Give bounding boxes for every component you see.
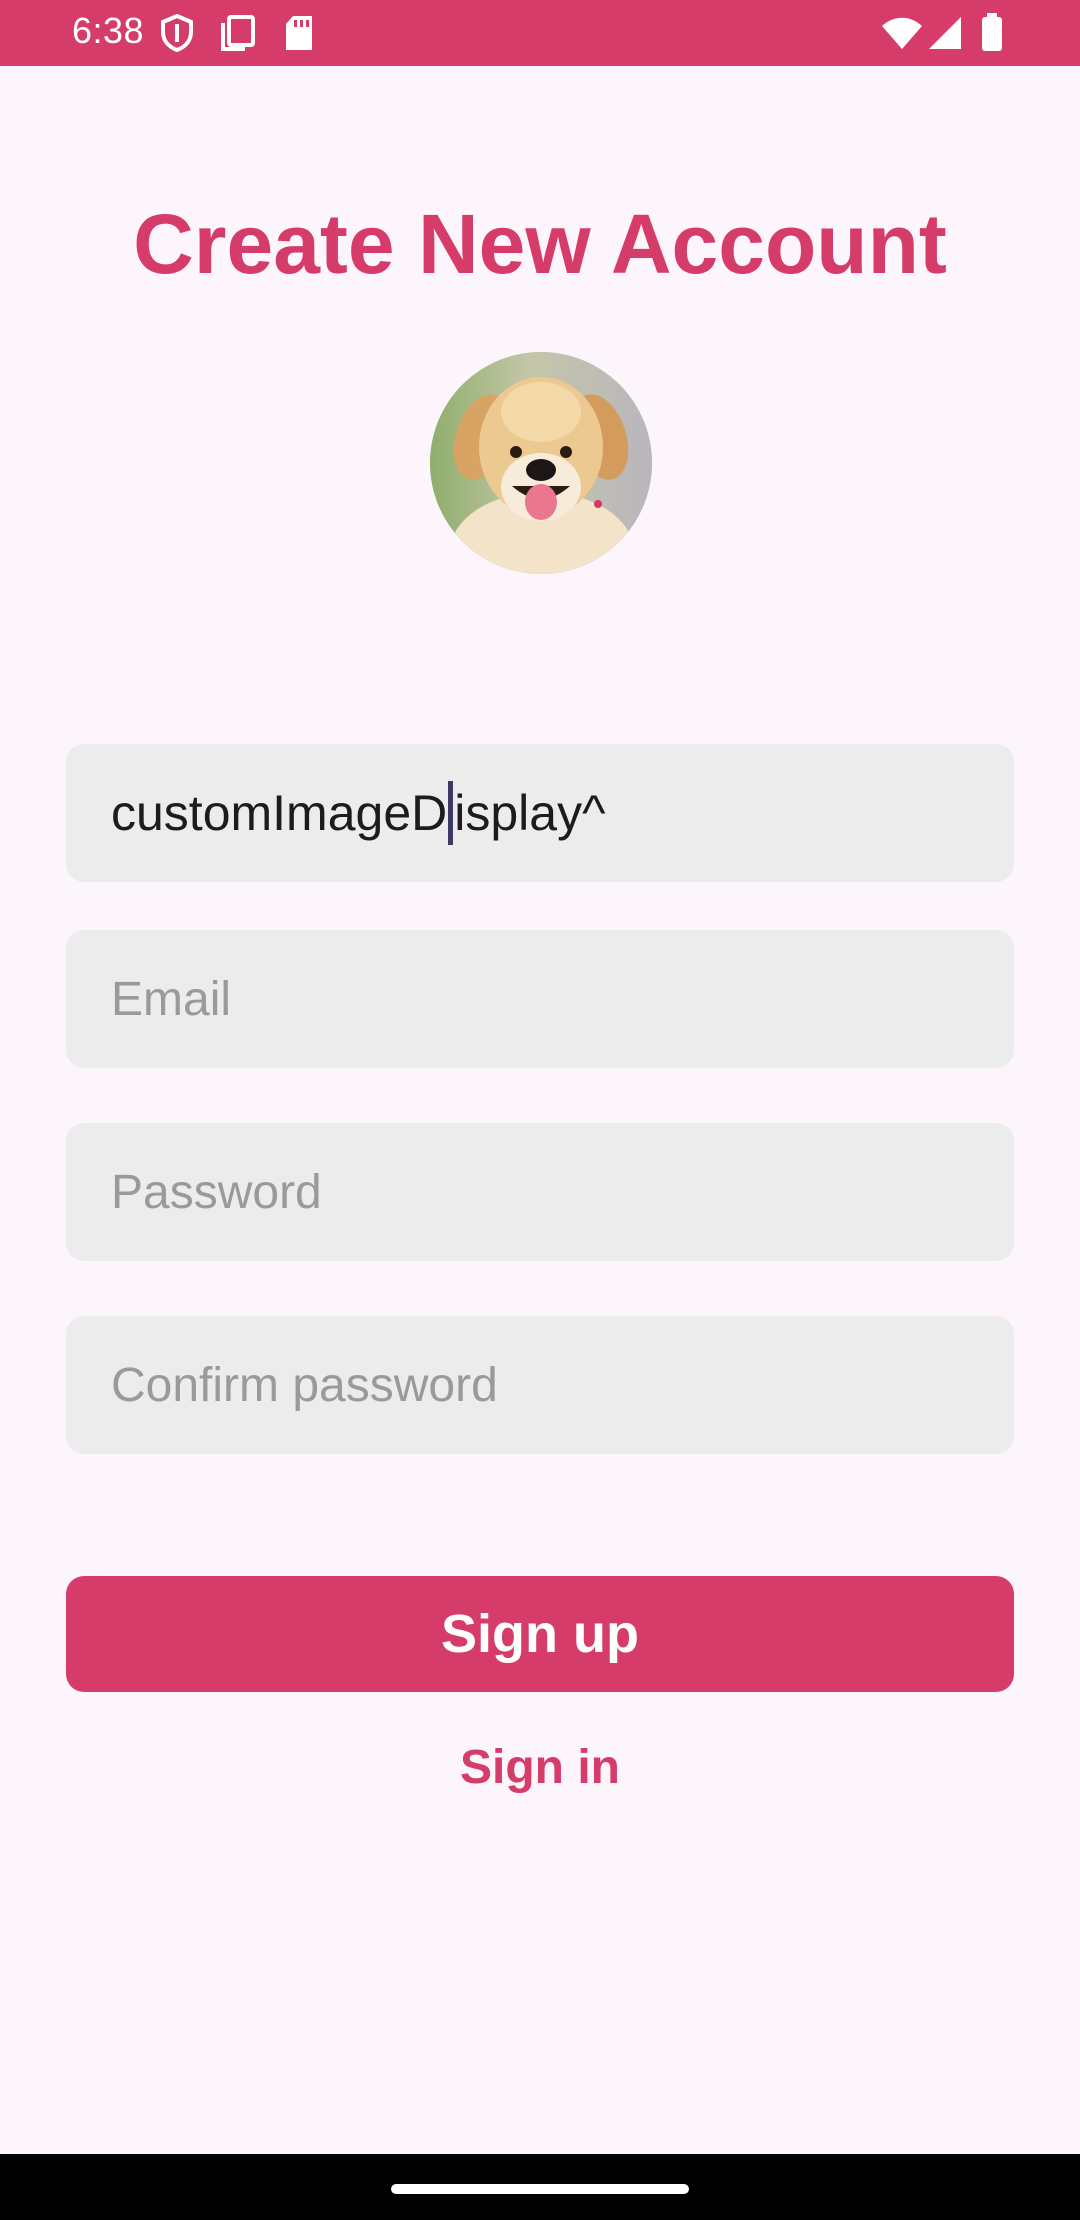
- status-bar: 6:38: [0, 0, 1080, 66]
- confirm-password-placeholder: Confirm password: [111, 1358, 498, 1412]
- home-gesture-handle[interactable]: [391, 2184, 689, 2194]
- battery-icon: [982, 13, 1002, 51]
- username-text-after-cursor: isplay^: [454, 785, 606, 841]
- sd-card-icon: [286, 16, 312, 50]
- confirm-password-field[interactable]: Confirm password: [66, 1316, 1014, 1454]
- navigation-bar: [0, 2154, 1080, 2220]
- username-field[interactable]: customImageD isplay^: [66, 744, 1014, 882]
- password-field[interactable]: Password: [66, 1123, 1014, 1261]
- wifi-icon: [882, 17, 922, 49]
- signin-link[interactable]: Sign in: [0, 1740, 1080, 1795]
- page-title: Create New Account: [133, 197, 947, 291]
- shield-icon: [161, 14, 193, 52]
- text-cursor: [448, 781, 454, 845]
- cellular-icon: [929, 17, 961, 49]
- profile-photo-dog: [430, 352, 652, 574]
- clipboard-icon: [221, 15, 255, 51]
- avatar[interactable]: [430, 352, 652, 574]
- email-placeholder: Email: [111, 972, 232, 1026]
- password-placeholder: Password: [111, 1165, 322, 1219]
- username-text-before-cursor: customImageD: [111, 785, 448, 841]
- email-field[interactable]: Email: [66, 930, 1014, 1068]
- signup-button[interactable]: Sign up: [66, 1576, 1014, 1692]
- status-time: 6:38: [72, 10, 145, 51]
